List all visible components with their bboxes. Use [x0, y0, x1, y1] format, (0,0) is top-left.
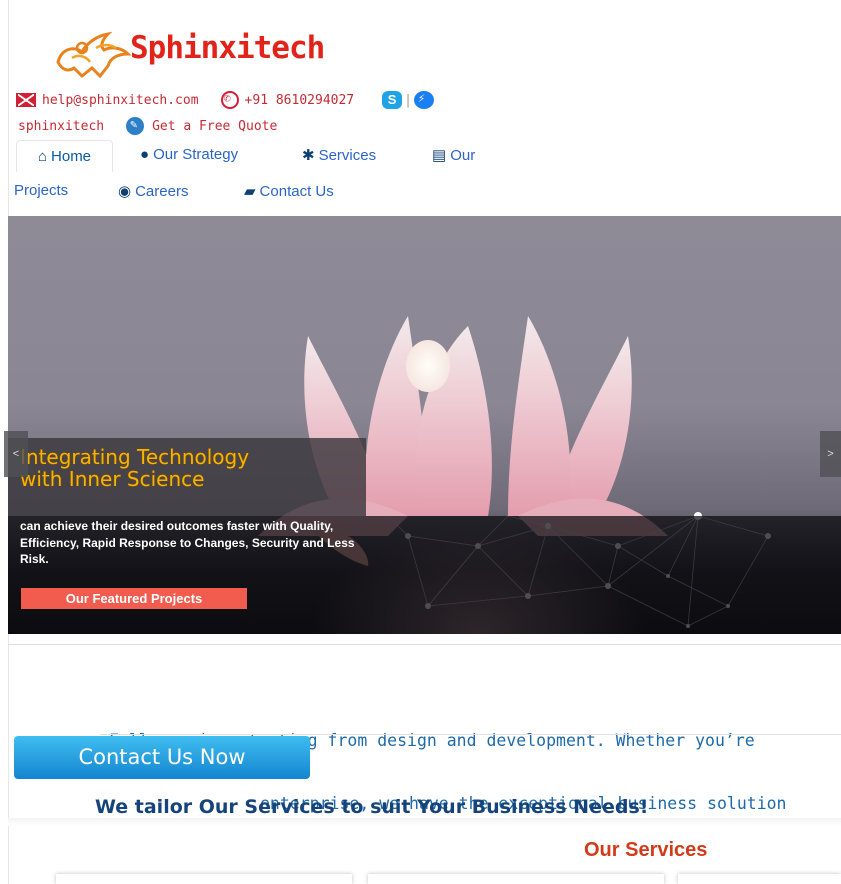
slider-prev-button[interactable]: <	[4, 431, 28, 477]
chat-icon: ▰	[244, 183, 256, 200]
projects-icon: ▤	[432, 147, 447, 164]
our-services-heading: Our Services	[584, 839, 708, 861]
service-card[interactable]	[368, 874, 664, 884]
quote-icon	[126, 117, 145, 135]
slider-title-line1: Integrating Technology	[20, 445, 250, 469]
nav-strategy-label: Our Strategy	[153, 146, 239, 163]
icon-divider: |	[404, 92, 412, 108]
free-quote-link[interactable]: Get a Free Quote	[152, 119, 277, 134]
nav-home[interactable]: ⌂ Home	[16, 140, 113, 172]
lightbulb-icon: ●	[140, 146, 150, 163]
gear-icon: ✱	[302, 147, 315, 164]
nav-projects-label-b: Projects	[14, 182, 69, 199]
service-card[interactable]	[56, 874, 352, 884]
brand-name[interactable]: Sphinxitech	[130, 30, 325, 66]
eye-icon: ◉	[118, 183, 132, 200]
slider-title-line2: with Inner Science	[20, 467, 205, 491]
nav-services[interactable]: ✱ Services	[302, 146, 377, 165]
home-icon: ⌂	[37, 148, 48, 165]
section-separator	[8, 818, 841, 826]
skype-icon[interactable]: S	[382, 91, 403, 109]
nav-contact-label: Contact Us	[259, 182, 334, 200]
nav-strategy[interactable]: ● Our Strategy	[140, 146, 238, 163]
nav-home-label: Home	[51, 148, 92, 165]
contact-bar: help@sphinxitech.com +91 8610294027 S |	[16, 91, 434, 109]
contact-bar-second: sphinxitech Get a Free Quote	[18, 117, 277, 135]
nav-projects-cont[interactable]: Projects	[14, 182, 68, 199]
phone-link[interactable]: +91 8610294027	[245, 93, 355, 108]
nav-careers[interactable]: ◉ Careers	[118, 182, 189, 201]
tagline-underline	[100, 734, 841, 735]
nav-contact[interactable]: ▰ Contact Us	[244, 182, 334, 201]
skype-id[interactable]: sphinxitech	[18, 119, 104, 134]
nav-projects-label-a: Our	[450, 146, 476, 164]
nav-services-label: Services	[318, 146, 377, 164]
nav-careers-label: Careers	[135, 182, 189, 200]
envelope-icon	[16, 93, 36, 107]
slider-text: can achieve their desired outcomes faste…	[20, 519, 355, 566]
featured-projects-button[interactable]: Our Featured Projects	[21, 588, 247, 609]
service-card[interactable]	[678, 874, 841, 884]
messenger-icon[interactable]	[413, 91, 434, 109]
nav-projects[interactable]: ▤ Our	[432, 146, 476, 165]
tailor-heading: We tailor Our Services to suit Your Busi…	[95, 796, 649, 818]
sphinx-logo-icon	[56, 31, 132, 79]
slider-title: Integrating Technology with Inner Scienc…	[20, 446, 249, 490]
phone-icon	[220, 91, 239, 109]
divider	[8, 644, 841, 645]
email-link[interactable]: help@sphinxitech.com	[42, 93, 199, 108]
contact-us-now-button[interactable]: Contact Us Now	[14, 736, 310, 779]
slider-next-button[interactable]: >	[820, 431, 841, 477]
